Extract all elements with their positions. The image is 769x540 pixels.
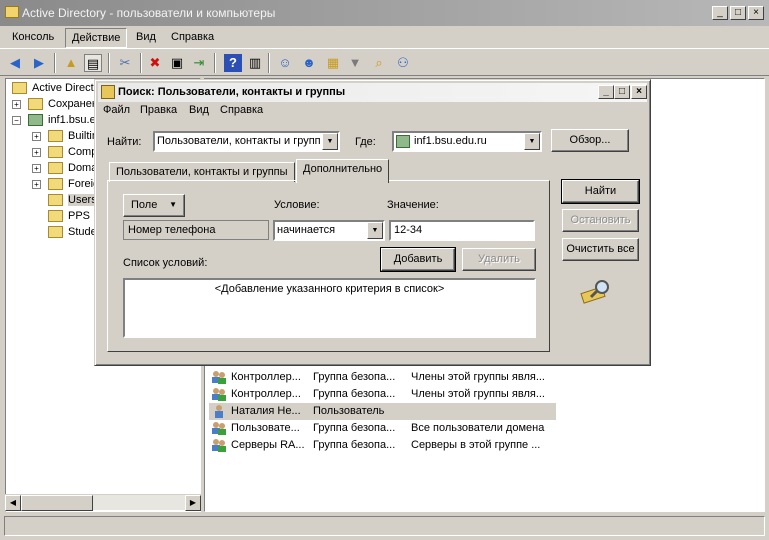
list-item[interactable]: Серверы RA... Группа безопа... Серверы в… (209, 437, 556, 454)
list-item[interactable]: Контроллер... Группа безопа... Члены это… (209, 369, 556, 386)
group-icon (212, 371, 226, 384)
find-icon[interactable]: ⌕ (370, 54, 388, 72)
domain-icon (396, 135, 410, 148)
delete-icon[interactable]: ✖ (146, 54, 164, 72)
clear-all-button[interactable]: Очистить все (562, 238, 639, 261)
value-input[interactable]: 12-34 (389, 220, 535, 241)
user-icon (215, 405, 223, 418)
folder-icon (48, 130, 63, 142)
dialog-close-button[interactable]: × (631, 85, 647, 99)
close-button[interactable]: × (748, 6, 764, 20)
ou-icon (48, 210, 63, 222)
conditions-placeholder: <Добавление указанного критерия в список… (214, 283, 445, 295)
export-icon[interactable]: ⇥ (190, 54, 208, 72)
find-type-combo[interactable]: Пользователи, контакты и групп ▼ (153, 131, 340, 152)
forward-icon[interactable]: ▶ (30, 54, 48, 72)
folder-icon (48, 162, 63, 174)
list-item[interactable]: Пользовате... Группа безопа... Все польз… (209, 420, 556, 437)
filter-icon[interactable]: ▼ (346, 54, 364, 72)
chevron-down-icon[interactable]: ▼ (322, 133, 338, 150)
main-title-bar: Active Directory - пользователи и компью… (0, 0, 769, 26)
menu-view[interactable]: Вид (130, 28, 162, 48)
conditions-list-label: Список условий: (123, 257, 208, 269)
new-ou-icon[interactable]: ▦ (324, 54, 342, 72)
list-item-selected[interactable]: Наталия Не... Пользователь (209, 403, 556, 420)
new-group-icon[interactable]: ☻ (300, 54, 318, 72)
help-icon[interactable]: ? (224, 54, 242, 72)
remove-button[interactable]: Удалить (462, 248, 536, 271)
expand-icon[interactable]: + (32, 164, 41, 173)
add-to-group-icon[interactable]: ⚇ (394, 54, 412, 72)
properties-icon[interactable]: ▣ (168, 54, 186, 72)
expand-icon[interactable]: + (32, 180, 41, 189)
menu-action[interactable]: Действие (65, 28, 128, 48)
dialog-title-bar: Поиск: Пользователи, контакты и группы _… (98, 83, 647, 102)
folder-icon (48, 194, 63, 206)
dialog-minimize-button[interactable]: _ (598, 85, 614, 99)
folder-icon (48, 178, 63, 190)
status-bar (4, 516, 765, 536)
expand-icon[interactable]: + (32, 148, 41, 157)
console-tree-icon[interactable]: ▥ (246, 54, 264, 72)
stop-button[interactable]: Остановить (562, 209, 639, 232)
value-label: Значение: (387, 199, 439, 211)
minimize-button[interactable]: _ (712, 6, 728, 20)
field-button[interactable]: Поле ▼ (123, 194, 185, 217)
where-label: Где: (355, 136, 376, 148)
tab-users-contacts-groups[interactable]: Пользователи, контакты и группы (109, 162, 295, 182)
find-now-button[interactable]: Найти (561, 179, 640, 204)
menu-help[interactable]: Справка (165, 28, 220, 48)
group-icon (212, 422, 226, 435)
ad-root-icon (12, 82, 27, 94)
expand-icon[interactable]: + (12, 100, 21, 109)
group-icon (212, 388, 226, 401)
new-user-icon[interactable]: ☺ (276, 54, 294, 72)
ou-icon (48, 226, 63, 238)
scroll-left-icon[interactable]: ◀ (5, 495, 21, 511)
folder-icon (28, 98, 43, 110)
scroll-right-icon[interactable]: ▶ (185, 495, 201, 511)
condition-label: Условие: (274, 199, 320, 211)
tab-advanced[interactable]: Дополнительно (296, 159, 390, 183)
browse-button[interactable]: Обзор... (551, 129, 629, 152)
condition-combo[interactable]: начинается ▼ (273, 220, 385, 241)
dialog-menu-view[interactable]: Вид (189, 104, 209, 116)
menu-console[interactable]: Консоль (6, 28, 60, 48)
maximize-button[interactable]: □ (730, 6, 746, 20)
dialog-menu-file[interactable]: Файл (103, 104, 130, 116)
active-directory-icon (5, 6, 19, 18)
find-icon (101, 85, 115, 99)
menu-bar: Консоль Действие Вид Справка (0, 26, 769, 48)
dialog-maximize-button[interactable]: □ (614, 85, 630, 99)
tree-horizontal-scrollbar[interactable]: ◀ ▶ (5, 494, 201, 511)
add-button[interactable]: Добавить (380, 247, 456, 272)
collapse-icon[interactable]: − (12, 116, 21, 125)
dialog-menu-help[interactable]: Справка (220, 104, 263, 116)
folder-icon (48, 146, 63, 158)
where-combo[interactable]: inf1.bsu.edu.ru ▼ (392, 131, 542, 152)
selected-field: Номер телефона (123, 220, 269, 240)
scroll-thumb[interactable] (21, 495, 93, 511)
chevron-down-icon: ▼ (169, 200, 177, 209)
chevron-down-icon[interactable]: ▼ (524, 133, 540, 150)
conditions-list[interactable]: <Добавление указанного критерия в список… (123, 278, 536, 338)
cut-icon[interactable]: ✂ (116, 54, 134, 72)
window-title: Active Directory - пользователи и компью… (22, 6, 276, 20)
toolbar: ◀ ▶ ▲ ▤ ✂ ✖ ▣ ⇥ ? ▥ ☺ ☻ ▦ ▼ ⌕ ⚇ (0, 48, 769, 76)
domain-icon (28, 114, 43, 126)
expand-icon[interactable]: + (32, 132, 41, 141)
dialog-menu-edit[interactable]: Правка (140, 104, 177, 116)
list-item[interactable]: Контроллер... Группа безопа... Члены это… (209, 386, 556, 403)
up-folder-icon[interactable]: ▲ (62, 54, 80, 72)
find-label: Найти: (107, 136, 142, 148)
chevron-down-icon[interactable]: ▼ (367, 222, 383, 239)
search-magnifier-icon (580, 280, 609, 304)
back-icon[interactable]: ◀ (6, 54, 24, 72)
group-icon (212, 439, 226, 452)
show-tree-icon[interactable]: ▤ (84, 54, 102, 72)
